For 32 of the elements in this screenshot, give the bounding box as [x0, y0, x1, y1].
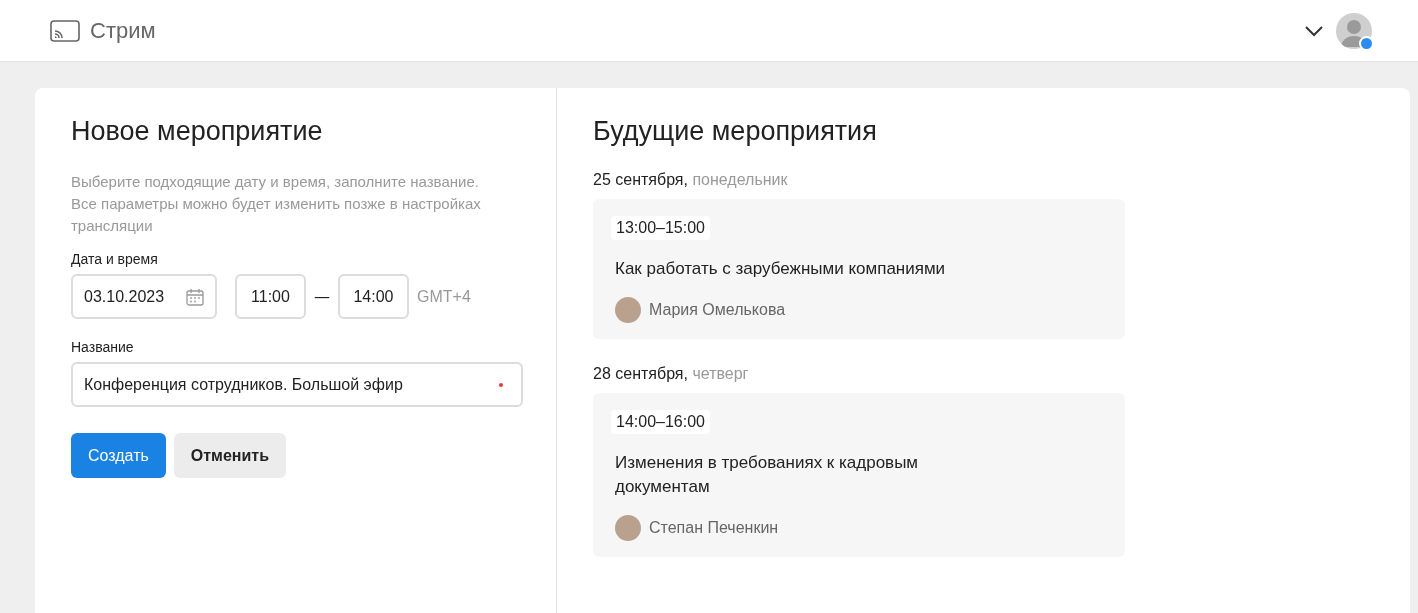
end-time-field[interactable]: 14:00 — [338, 274, 409, 319]
event-time: 13:00–15:00 — [611, 216, 710, 240]
event-title: Как работать с зарубежными компаниями — [615, 258, 947, 280]
cancel-button[interactable]: Отменить — [173, 433, 286, 478]
day-date: 28 сентября, — [593, 365, 688, 382]
event-title: Изменения в требованиях к кадровым документам — [615, 452, 920, 498]
event-card[interactable]: 13:00–15:00 Как работать с зарубежными компаниями Мария Омелькова — [593, 199, 1125, 339]
date-field[interactable]: 03.10.2023 — [71, 274, 217, 319]
chevron-down-icon[interactable] — [1304, 24, 1324, 37]
calendar-icon — [186, 287, 204, 306]
day-date: 25 сентября, — [593, 171, 688, 188]
create-button[interactable]: Создать — [71, 433, 166, 478]
cast-icon — [50, 19, 80, 42]
event-card[interactable]: 14:00–16:00 Изменения в требованиях к кадровым документам Степан Печенкин — [593, 393, 1125, 557]
time-separator: — — [314, 287, 330, 306]
form-title: Новое мероприятие — [71, 116, 324, 147]
speaker-name: Мария Омелькова — [649, 301, 786, 319]
form-description: Выберите подходящие дату и время, заполните название. Все параметры можно будет изменить позже в настройках трансляции — [71, 172, 482, 236]
name-input-field[interactable]: Конференция сотрудников. Большой эфир — [71, 362, 523, 407]
app-title: Стрим — [90, 17, 156, 44]
name-label: Название — [71, 339, 135, 355]
section-title: Будущие мероприятия — [593, 116, 878, 147]
weekday-label: четверг — [692, 365, 749, 382]
weekday-label: понедельник — [692, 171, 788, 188]
speaker-name: Степан Печенкин — [649, 519, 779, 537]
start-time-field[interactable]: 11:00 — [235, 274, 306, 319]
user-avatar[interactable] — [1336, 12, 1372, 49]
speaker-avatar — [615, 297, 641, 323]
event-time: 14:00–16:00 — [611, 410, 710, 434]
datetime-label: Дата и время — [71, 251, 159, 267]
timezone-label: GMT+4 — [417, 287, 471, 306]
speaker-avatar — [615, 515, 641, 541]
